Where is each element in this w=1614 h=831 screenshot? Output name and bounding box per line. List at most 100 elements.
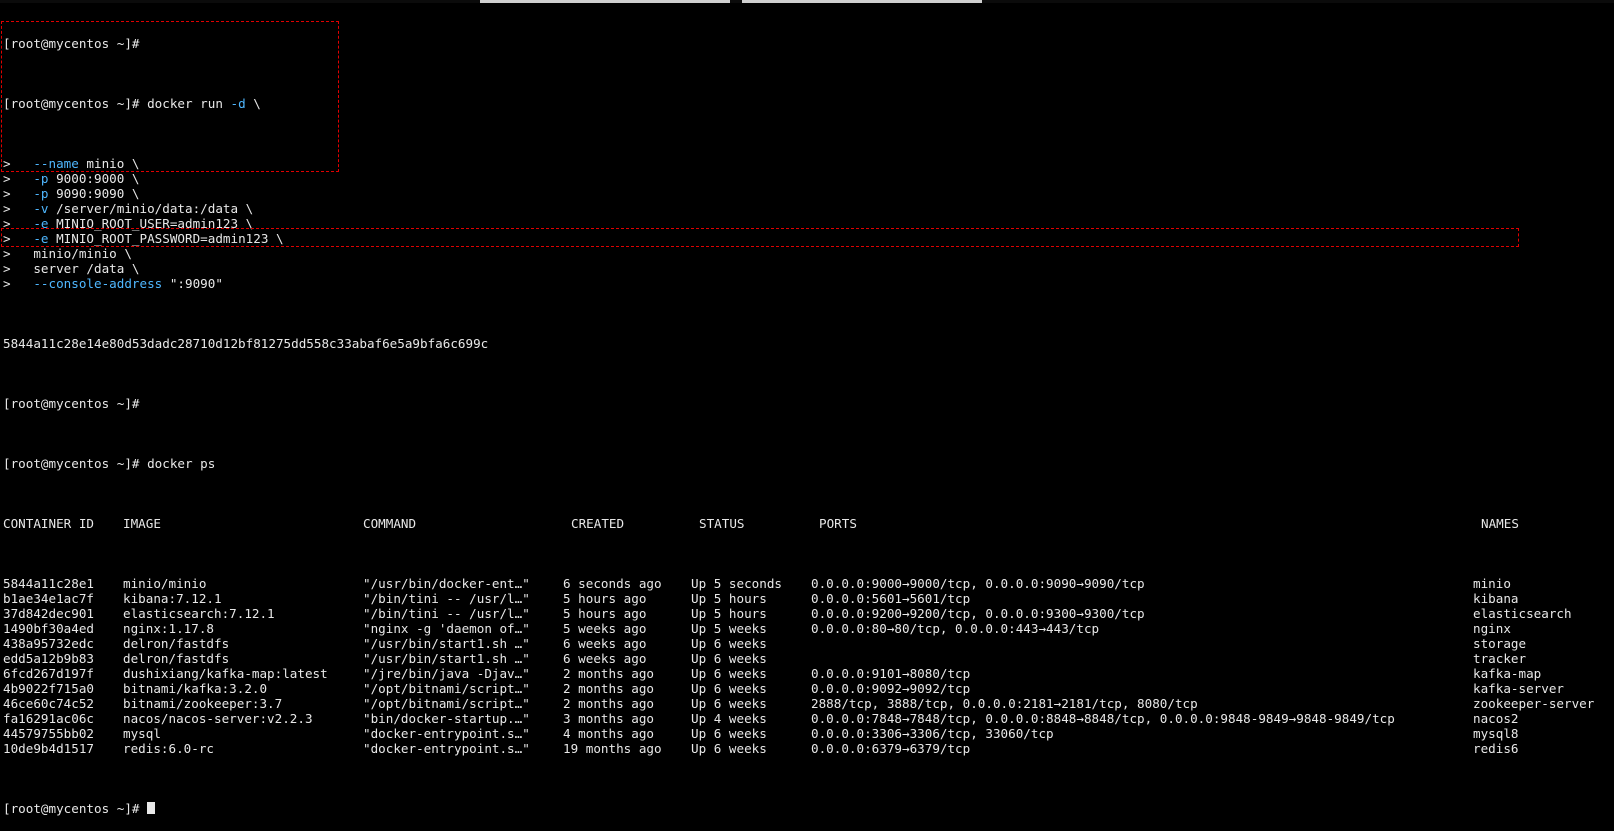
text-cursor: [147, 802, 156, 814]
cell-created: 19 months ago: [563, 741, 662, 756]
cell-created: 2 months ago: [563, 666, 654, 681]
docker-run-line: [root@mycentos ~]# docker run -d \: [3, 96, 261, 111]
cell-image: delron/fastdfs: [123, 636, 230, 651]
cell-created: 5 weeks ago: [563, 621, 647, 636]
cell-status: Up 6 weeks: [691, 636, 767, 651]
ps-table-row: 1490bf30a4ed nginx:1.17.8 "nginx -g 'daemo…: [3, 621, 1611, 636]
cell-status: Up 6 weeks: [691, 696, 767, 711]
run-argument-line: > -v /server/minio/data:/data \: [3, 201, 254, 216]
cell-image: mysql: [123, 726, 161, 741]
docker-run-arguments: > --name minio \ > -p 9000:9000 \ > -p 909…: [3, 156, 1611, 291]
cell-container-id: 5844a11c28e1: [3, 576, 94, 591]
header-command: COMMAND: [363, 516, 417, 531]
cell-names: zookeeper-server: [1473, 696, 1595, 711]
run-flag: -p: [33, 186, 49, 201]
cell-command: "/opt/bitnami/script…": [363, 696, 530, 711]
cell-image: dushixiang/kafka-map:latest: [123, 666, 328, 681]
run-value: MINIO_ROOT_PASSWORD=admin123 \: [48, 231, 284, 246]
tab-strip: [0, 0, 1614, 3]
terminal-output[interactable]: [root@mycentos ~]# [root@mycentos ~]# do…: [3, 6, 1611, 831]
header-names: NAMES: [1481, 516, 1519, 531]
docker-ps-line: [root@mycentos ~]# docker ps: [3, 456, 216, 471]
cell-names: storage: [1473, 636, 1527, 651]
cell-names: elasticsearch: [1473, 606, 1572, 621]
ps-table-row: 6fcd267d197f dushixiang/kafka-map:latest "…: [3, 666, 1611, 681]
run-flag: -v: [33, 201, 49, 216]
run-value: MINIO_ROOT_USER=admin123 \: [48, 216, 254, 231]
cell-created: 6 seconds ago: [563, 576, 662, 591]
prompt-line: [root@mycentos ~]#: [3, 36, 140, 51]
run-value: minio/minio \: [33, 246, 132, 261]
run-value: server /data \: [33, 261, 140, 276]
cell-container-id: 1490bf30a4ed: [3, 621, 94, 636]
cell-created: 2 months ago: [563, 681, 654, 696]
cell-container-id: 44579755bb02: [3, 726, 94, 741]
cell-status: Up 5 seconds: [691, 576, 782, 591]
cell-command: "/jre/bin/java -Djav…": [363, 666, 530, 681]
cell-created: 6 weeks ago: [563, 651, 647, 666]
cell-created: 5 hours ago: [563, 606, 647, 621]
tab-indicator[interactable]: [480, 0, 730, 3]
cell-container-id: 37d842dec901: [3, 606, 94, 621]
run-argument-line: > server /data \: [3, 261, 140, 276]
cell-ports: 0.0.0.0:9101→8080/tcp: [811, 666, 971, 681]
cell-created: 6 weeks ago: [563, 636, 647, 651]
header-container-id: CONTAINER ID: [3, 516, 94, 531]
ps-table-row: 5844a11c28e1 minio/minio "/usr/bin/docker-…: [3, 576, 1611, 591]
run-value: /server/minio/data:/data \: [48, 201, 254, 216]
cell-names: minio: [1473, 576, 1511, 591]
cell-ports: 0.0.0.0:7848→7848/tcp, 0.0.0.0:8848→8848…: [811, 711, 1395, 726]
cell-container-id: 6fcd267d197f: [3, 666, 94, 681]
command-text: docker run: [147, 96, 223, 111]
command-text: docker ps: [147, 456, 216, 471]
ps-table-row: b1ae34e1ac7f kibana:7.12.1 "/bin/tini -- /…: [3, 591, 1611, 606]
container-hash-line: 5844a11c28e14e80d53dadc28710d12bf81275dd…: [3, 336, 489, 351]
cell-status: Up 6 weeks: [691, 651, 767, 666]
cell-created: 5 hours ago: [563, 591, 647, 606]
cell-image: bitnami/kafka:3.2.0: [123, 681, 268, 696]
cell-status: Up 5 hours: [691, 591, 767, 606]
cell-image: minio/minio: [123, 576, 207, 591]
cell-names: mysql8: [1473, 726, 1519, 741]
cell-status: Up 6 weeks: [691, 666, 767, 681]
cell-names: kafka-map: [1473, 666, 1542, 681]
cell-names: redis6: [1473, 741, 1519, 756]
run-value: minio \: [78, 156, 140, 171]
cell-ports: 0.0.0.0:9200→9200/tcp, 0.0.0.0:9300→9300…: [811, 606, 1145, 621]
cell-container-id: 4b9022f715a0: [3, 681, 94, 696]
cell-image: bitnami/zookeeper:3.7: [123, 696, 283, 711]
run-flag: -p: [33, 171, 49, 186]
cell-command: "docker-entrypoint.s…": [363, 741, 530, 756]
ps-table-row: 10de9b4d1517 redis:6.0-rc "docker-entrypoi…: [3, 741, 1611, 756]
cell-command: "/usr/bin/docker-ent…": [363, 576, 530, 591]
cell-container-id: 10de9b4d1517: [3, 741, 94, 756]
cell-command: "nginx -g 'daemon of…": [363, 621, 530, 636]
cell-ports: 0.0.0.0:9000→9000/tcp, 0.0.0.0:9090→9090…: [811, 576, 1145, 591]
ps-table-header: CONTAINER ID IMAGE COMMAND CREATED STATU…: [3, 516, 1611, 531]
cell-container-id: fa16291ac06c: [3, 711, 94, 726]
cell-container-id: edd5a12b9b83: [3, 651, 94, 666]
cell-names: tracker: [1473, 651, 1527, 666]
run-flag: -e: [33, 231, 49, 246]
cell-image: redis:6.0-rc: [123, 741, 214, 756]
run-argument-line: > -e MINIO_ROOT_USER=admin123 \: [3, 216, 254, 231]
header-image: IMAGE: [123, 516, 161, 531]
prompt-line: [root@mycentos ~]#: [3, 396, 140, 411]
header-status: STATUS: [699, 516, 745, 531]
run-argument-line: > --console-address ":9090": [3, 276, 223, 291]
ps-table-body: 5844a11c28e1 minio/minio "/usr/bin/docker-…: [3, 576, 1611, 756]
cell-status: Up 5 weeks: [691, 621, 767, 636]
tab-indicator[interactable]: [742, 0, 982, 3]
run-argument-line: > -e MINIO_ROOT_PASSWORD=admin123 \: [3, 231, 284, 246]
cell-created: 3 months ago: [563, 711, 654, 726]
run-value: 9090:9090 \: [48, 186, 140, 201]
header-created: CREATED: [571, 516, 625, 531]
ps-table-row: 438a95732edc delron/fastdfs "/usr/bin/star…: [3, 636, 1611, 651]
cell-image: kibana:7.12.1: [123, 591, 222, 606]
flag-detached: -d: [230, 96, 246, 111]
cell-names: nginx: [1473, 621, 1511, 636]
cell-container-id: 46ce60c74c52: [3, 696, 94, 711]
cell-command: "docker-entrypoint.s…": [363, 726, 530, 741]
run-flag: -e: [33, 216, 49, 231]
run-argument-line: > minio/minio \: [3, 246, 132, 261]
